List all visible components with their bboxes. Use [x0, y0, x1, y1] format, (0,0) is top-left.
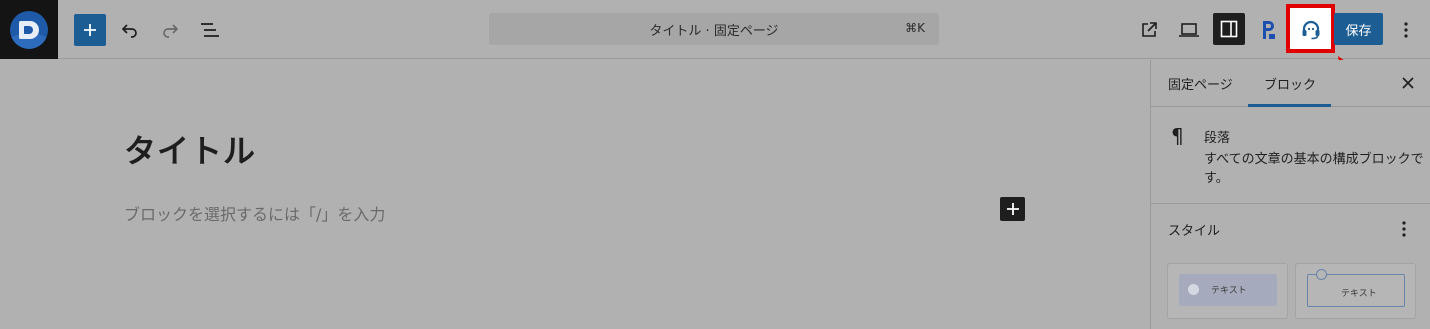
tab-block[interactable]: ブロック	[1264, 74, 1316, 93]
tab-page[interactable]: 固定ページ	[1168, 74, 1233, 93]
styles-options-button[interactable]	[1397, 219, 1411, 239]
style-option-default[interactable]: テキスト	[1167, 263, 1288, 319]
active-tab-indicator	[1248, 104, 1331, 107]
options-menu-button[interactable]	[1396, 14, 1416, 46]
settings-sidebar-toggle[interactable]	[1213, 13, 1245, 45]
site-logo[interactable]	[0, 0, 58, 59]
desktop-icon	[1179, 23, 1199, 37]
redo-button[interactable]	[158, 14, 182, 46]
paragraph-placeholder[interactable]: ブロックを選択するには「/」を入力	[124, 201, 385, 225]
info-icon	[1188, 284, 1199, 295]
list-view-icon	[201, 23, 219, 37]
command-label: タイトル · 固定ページ	[649, 23, 779, 39]
redo-icon	[163, 24, 179, 38]
styles-panel-title: スタイル	[1168, 224, 1221, 239]
command-palette[interactable]: タイトル · 固定ページ ⌘K	[489, 13, 939, 45]
save-button[interactable]: 保存	[1334, 13, 1383, 45]
document-overview-button[interactable]	[197, 14, 223, 46]
add-block-button[interactable]	[1000, 197, 1025, 221]
plus-icon	[84, 24, 96, 36]
block-inserter-button[interactable]	[74, 14, 106, 46]
view-page-button[interactable]	[1136, 14, 1162, 46]
shortcut-hint: ⌘K	[905, 21, 925, 35]
headset-icon	[1302, 20, 1319, 39]
more-vertical-icon	[1404, 22, 1408, 38]
style-option-outline[interactable]: テキスト	[1295, 263, 1416, 319]
block-description: すべての文章の基本の構成ブロックです。	[1204, 152, 1424, 186]
info-icon	[1316, 269, 1327, 280]
device-preview-button[interactable]	[1176, 14, 1202, 46]
paragraph-icon: ¶	[1171, 124, 1184, 148]
style-preview-text: テキスト	[1341, 289, 1377, 299]
plugin-button[interactable]	[1257, 14, 1281, 46]
sidebar-tabs: 固定ページ ブロック	[1151, 60, 1430, 107]
style-preview-text: テキスト	[1211, 286, 1247, 296]
support-plugin-button[interactable]	[1286, 4, 1335, 53]
sidebar-icon	[1220, 20, 1238, 38]
style-preview: テキスト	[1179, 274, 1277, 306]
undo-button[interactable]	[118, 14, 142, 46]
close-sidebar-button[interactable]	[1399, 74, 1417, 92]
external-link-icon	[1142, 22, 1157, 37]
logo-icon	[10, 10, 48, 49]
block-card: ¶ 段落 すべての文章の基本の構成ブロックです。	[1151, 108, 1430, 204]
editor-header: タイトル · 固定ページ ⌘K 保存	[0, 0, 1430, 59]
plus-icon	[1006, 203, 1019, 215]
more-vertical-icon	[1402, 221, 1406, 237]
settings-sidebar: 固定ページ ブロック ¶ 段落 すべての文章の基本の構成ブロックです。 スタイル…	[1150, 60, 1430, 329]
close-icon	[1402, 77, 1414, 89]
editor-canvas[interactable]: タイトル ブロックを選択するには「/」を入力	[0, 60, 1150, 329]
style-preview: テキスト	[1307, 269, 1405, 307]
post-title[interactable]: タイトル	[124, 126, 256, 172]
undo-icon	[121, 24, 137, 38]
plugin-b-icon	[1263, 21, 1275, 39]
block-name: 段落	[1204, 131, 1231, 146]
